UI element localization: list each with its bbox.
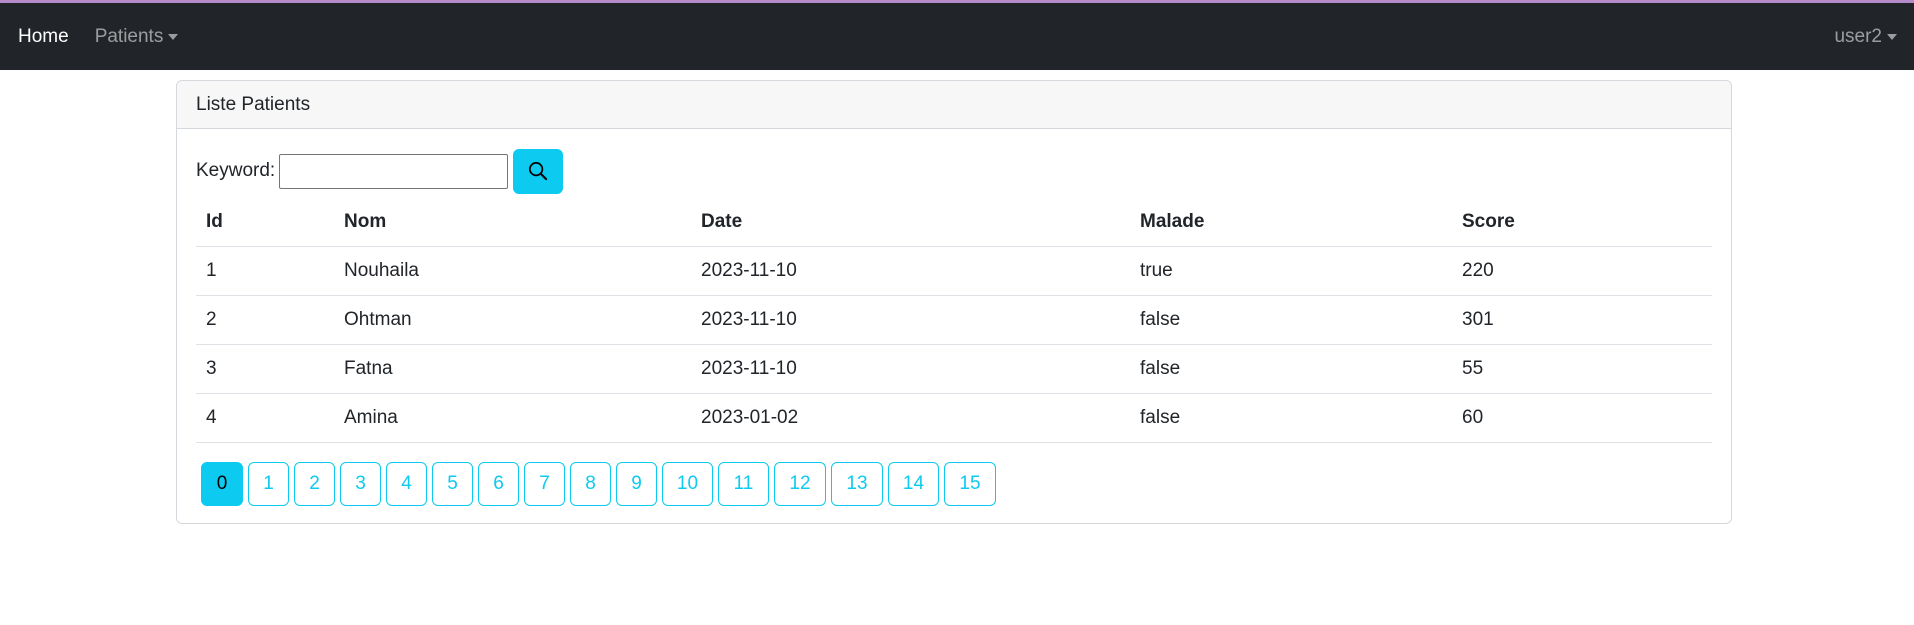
cell-malade: false — [1130, 344, 1452, 394]
header-nom: Nom — [334, 198, 691, 247]
cell-malade: false — [1130, 295, 1452, 345]
cell-date: 2023-01-02 — [691, 393, 1130, 443]
cell-nom: Fatna — [334, 344, 691, 394]
cell-id: 1 — [196, 246, 334, 296]
cell-score: 55 — [1452, 344, 1712, 394]
table-row: 2 Ohtman 2023-11-10 false 301 — [196, 295, 1712, 345]
table-row: 3 Fatna 2023-11-10 false 55 — [196, 344, 1712, 394]
cell-date: 2023-11-10 — [691, 344, 1130, 394]
search-icon — [529, 162, 548, 181]
cell-score: 301 — [1452, 295, 1712, 345]
page-button-11[interactable]: 11 — [718, 461, 769, 506]
cell-date: 2023-11-10 — [691, 295, 1130, 345]
search-form: Keyword: — [196, 148, 1712, 194]
header-id: Id — [196, 198, 334, 247]
nav-patients-label: Patients — [94, 25, 164, 47]
navbar-right: user2 — [1834, 26, 1897, 48]
header-malade: Malade — [1130, 198, 1452, 247]
caret-down-icon — [168, 33, 179, 40]
page-button-7[interactable]: 7 — [524, 461, 565, 506]
keyword-label: Keyword: — [196, 160, 276, 181]
page-button-12[interactable]: 12 — [774, 461, 826, 506]
header-score: Score — [1452, 198, 1712, 247]
cell-id: 4 — [196, 393, 334, 443]
cell-malade: true — [1130, 246, 1452, 296]
cell-nom: Amina — [334, 393, 691, 443]
page-button-13[interactable]: 13 — [831, 461, 883, 506]
cell-score: 220 — [1452, 246, 1712, 296]
patients-card: Liste Patients Keyword: Id Nom Date Mala… — [176, 80, 1732, 524]
cell-date: 2023-11-10 — [691, 246, 1130, 296]
page-button-5[interactable]: 5 — [432, 461, 473, 506]
page-button-2[interactable]: 2 — [294, 461, 335, 506]
page-button-3[interactable]: 3 — [340, 461, 381, 506]
navbar-left: Home Patients — [18, 26, 179, 48]
cell-nom: Ohtman — [334, 295, 691, 345]
cell-id: 3 — [196, 344, 334, 394]
page-button-0[interactable]: 0 — [201, 461, 243, 506]
page-button-4[interactable]: 4 — [386, 461, 427, 506]
page-button-14[interactable]: 14 — [888, 461, 939, 506]
user-name-label: user2 — [1834, 25, 1882, 47]
page-button-8[interactable]: 8 — [570, 461, 611, 506]
cell-nom: Nouhaila — [334, 246, 691, 296]
nav-patients-dropdown[interactable]: Patients — [95, 26, 179, 48]
header-date: Date — [691, 198, 1130, 247]
keyword-input[interactable] — [279, 153, 509, 189]
nav-home-link[interactable]: Home — [18, 26, 69, 48]
nav-home-label: Home — [18, 25, 69, 47]
page-button-9[interactable]: 9 — [616, 461, 657, 506]
page-button-15[interactable]: 15 — [944, 461, 996, 506]
caret-down-icon — [1887, 33, 1897, 40]
cell-malade: false — [1130, 393, 1452, 443]
patients-table: Id Nom Date Malade Score 1 Nouhaila 2023… — [196, 198, 1712, 443]
cell-id: 2 — [196, 295, 334, 345]
navbar: Home Patients user2 — [0, 3, 1914, 70]
cell-score: 60 — [1452, 393, 1712, 443]
pagination: 0 1 2 3 4 5 6 7 8 9 10 11 12 13 14 15 — [201, 461, 1712, 506]
user-dropdown[interactable]: user2 — [1834, 26, 1897, 48]
table-row: 1 Nouhaila 2023-11-10 true 220 — [196, 246, 1712, 296]
table-header-row: Id Nom Date Malade Score — [196, 198, 1712, 247]
search-button[interactable] — [513, 148, 564, 194]
page-button-1[interactable]: 1 — [248, 461, 289, 506]
table-row: 4 Amina 2023-01-02 false 60 — [196, 393, 1712, 443]
page-button-10[interactable]: 10 — [662, 461, 713, 506]
card-title: Liste Patients — [196, 93, 311, 115]
page-button-6[interactable]: 6 — [478, 461, 519, 506]
card-body: Keyword: Id Nom Date Malade Score 1 Nouh… — [177, 148, 1731, 506]
card-header: Liste Patients — [177, 81, 1731, 129]
